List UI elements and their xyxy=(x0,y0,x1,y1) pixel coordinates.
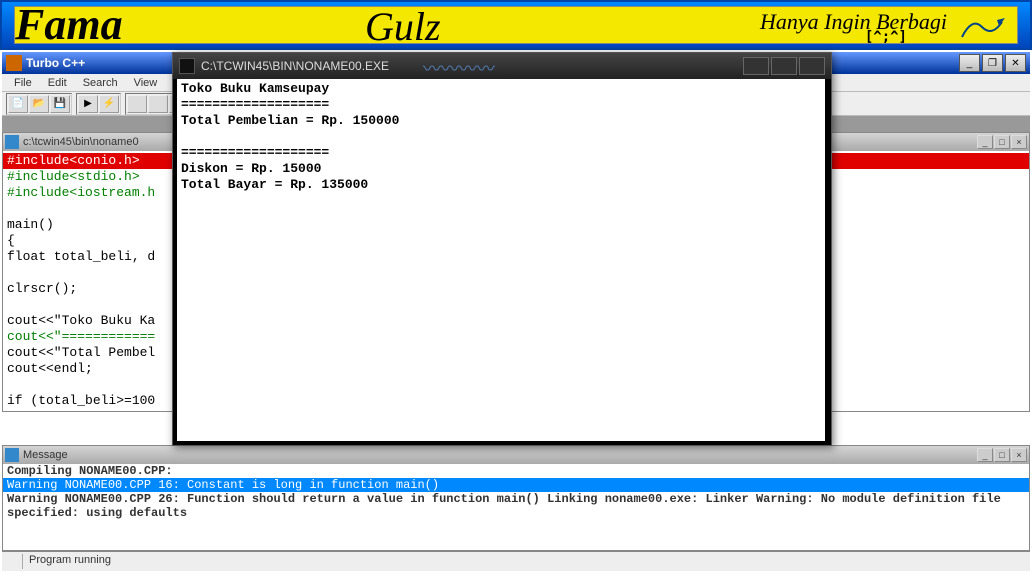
menu-search[interactable]: Search xyxy=(75,77,126,89)
tool-a-icon[interactable] xyxy=(127,95,147,113)
tool-debug-icon[interactable]: ⚡ xyxy=(99,95,119,113)
banner-inner: Fama Gulz Hanya Ingin Berbagi [^;^] xyxy=(14,6,1018,44)
console-minimize-button[interactable] xyxy=(743,57,769,75)
code-line: main() xyxy=(7,217,54,232)
page-banner: Fama Gulz Hanya Ingin Berbagi [^;^] xyxy=(0,0,1032,50)
message-icon xyxy=(5,448,19,462)
editor-close-button[interactable]: × xyxy=(1011,135,1027,149)
console-line: Toko Buku Kamseupay xyxy=(181,81,329,96)
code-line: cout<<endl; xyxy=(7,361,93,376)
close-button[interactable]: ✕ xyxy=(1005,54,1026,72)
menu-edit[interactable]: Edit xyxy=(40,77,75,89)
code-line: #include<stdio.h> xyxy=(7,169,140,184)
editor-maximize-button[interactable]: □ xyxy=(994,135,1010,149)
msg-line: Linking noname00.exe: xyxy=(547,492,698,506)
document-icon xyxy=(5,135,19,149)
tool-b-icon[interactable] xyxy=(148,95,168,113)
console-decor-icon: 〰〰〰〰 xyxy=(423,55,583,77)
msg-line: Warning NONAME00.CPP 26: Function should… xyxy=(7,492,540,506)
minimize-button[interactable]: _ xyxy=(959,54,980,72)
code-line: if (total_beli>=100 xyxy=(7,393,155,408)
message-body[interactable]: Compiling NONAME00.CPP: Warning NONAME00… xyxy=(3,464,1029,520)
code-line: { xyxy=(7,233,15,248)
message-titlebar[interactable]: Message _ □ × xyxy=(3,446,1029,464)
code-line: cout<<"============ xyxy=(7,329,155,344)
console-line: =================== xyxy=(181,145,329,160)
code-line: cout<<"Total Pembel xyxy=(7,345,155,360)
msg-line: Compiling NONAME00.CPP: xyxy=(7,464,173,478)
maximize-button[interactable]: ❐ xyxy=(982,54,1003,72)
banner-decor-icon xyxy=(957,12,1007,42)
console-app-icon xyxy=(179,58,195,74)
code-line: float total_beli, d xyxy=(7,249,155,264)
msg-close-button[interactable]: × xyxy=(1011,448,1027,462)
msg-maximize-button[interactable]: □ xyxy=(994,448,1010,462)
console-output[interactable]: Toko Buku Kamseupay =================== … xyxy=(177,79,825,441)
code-line: cout<<"Toko Buku Ka xyxy=(7,313,155,328)
tool-save-icon[interactable]: 💾 xyxy=(50,95,70,113)
console-line: Total Pembelian = Rp. 150000 xyxy=(181,113,399,128)
console-maximize-button[interactable] xyxy=(771,57,797,75)
console-line: =================== xyxy=(181,97,329,112)
console-window[interactable]: C:\TCWIN45\BIN\NONAME00.EXE 〰〰〰〰 Toko Bu… xyxy=(172,52,832,446)
code-line: clrscr(); xyxy=(7,281,77,296)
console-line: Diskon = Rp. 15000 xyxy=(181,161,321,176)
menu-view[interactable]: View xyxy=(126,77,166,89)
message-title: Message xyxy=(23,449,68,461)
editor-minimize-button[interactable]: _ xyxy=(977,135,993,149)
console-line: Total Bayar = Rp. 135000 xyxy=(181,177,368,192)
menu-file[interactable]: File xyxy=(6,77,40,89)
banner-emote: [^;^] xyxy=(865,29,907,45)
banner-text-center: Gulz xyxy=(365,3,441,50)
ide-statusbar: Program running xyxy=(2,551,1030,571)
msg-line-selected[interactable]: Warning NONAME00.CPP 16: Constant is lon… xyxy=(3,478,1029,492)
tool-open-icon[interactable]: 📂 xyxy=(29,95,49,113)
banner-text-left: Fama xyxy=(15,0,123,50)
tool-new-icon[interactable]: 📄 xyxy=(8,95,28,113)
tool-run-icon[interactable]: ▶ xyxy=(78,95,98,113)
console-titlebar[interactable]: C:\TCWIN45\BIN\NONAME00.EXE 〰〰〰〰 xyxy=(173,53,831,79)
console-close-button[interactable] xyxy=(799,57,825,75)
ide-app-icon xyxy=(6,55,22,71)
code-line: #include<iostream.h xyxy=(7,185,155,200)
status-text: Program running xyxy=(29,554,111,569)
banner-text-right: Hanya Ingin Berbagi xyxy=(760,9,947,35)
msg-minimize-button[interactable]: _ xyxy=(977,448,993,462)
message-window: Message _ □ × Compiling NONAME00.CPP: Wa… xyxy=(2,445,1030,551)
